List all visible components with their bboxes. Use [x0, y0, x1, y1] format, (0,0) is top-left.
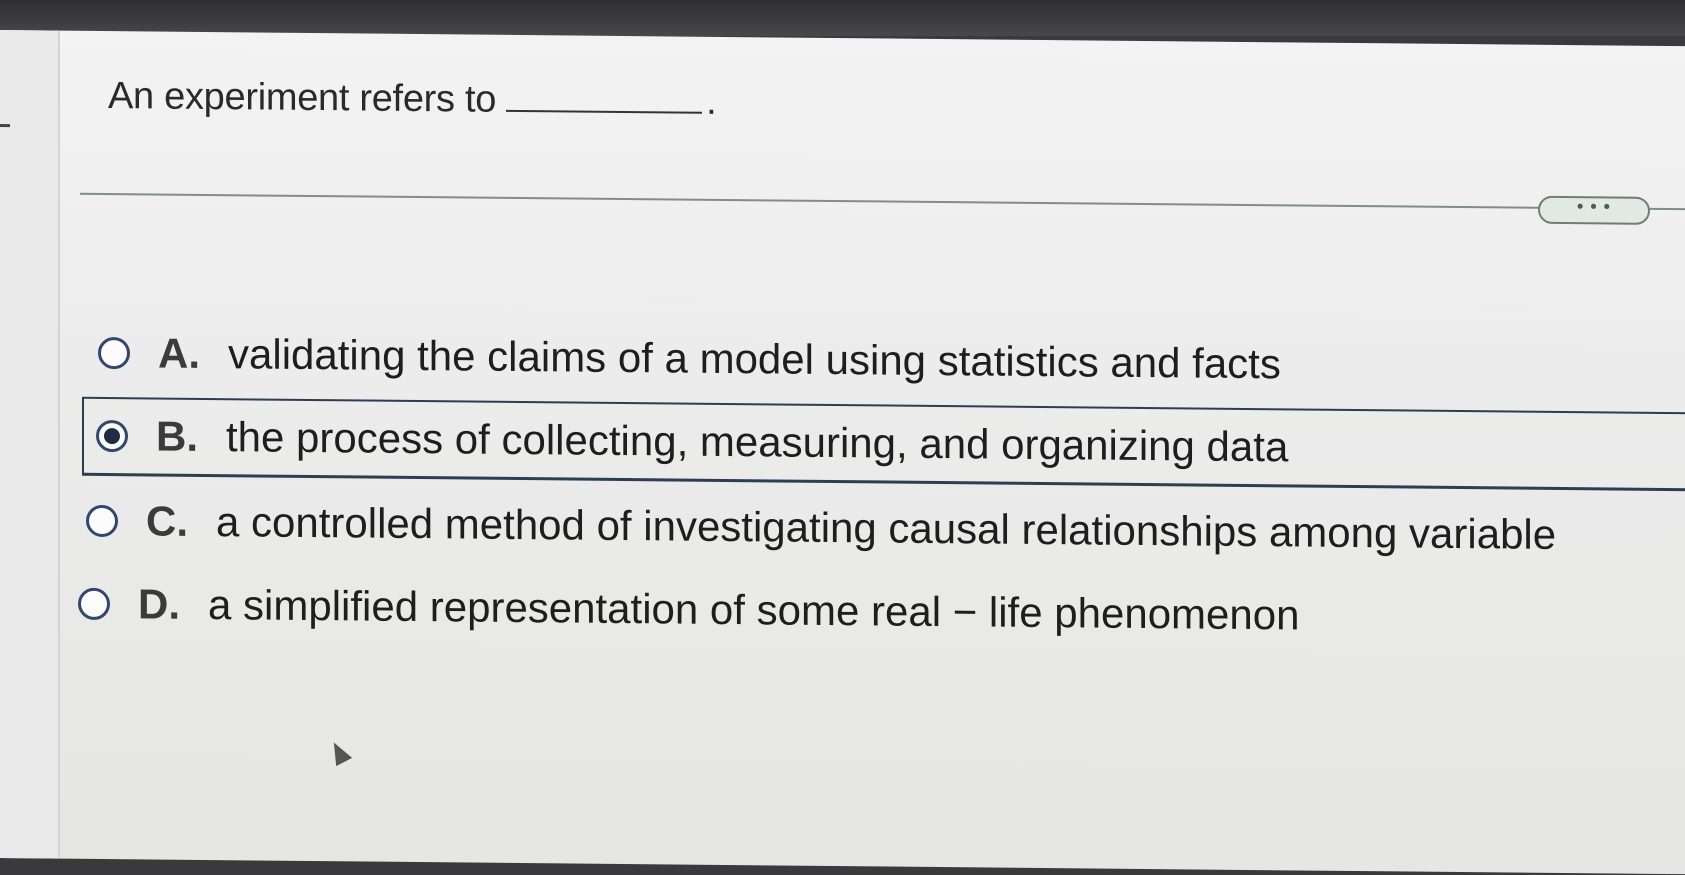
mouse-cursor-icon: [325, 738, 353, 767]
radio-button-b-selected[interactable]: [96, 419, 128, 453]
option-text: a simplified representation of some real…: [208, 580, 1300, 639]
top-bezel: [0, 0, 1685, 36]
radio-button-c[interactable]: [86, 504, 118, 538]
question-end-punctuation: .: [706, 80, 717, 123]
left-panel-marker: [0, 124, 10, 128]
section-divider: [80, 192, 1685, 211]
option-letter: D.: [138, 580, 180, 628]
answer-option-a[interactable]: A. validating the claims of a model usin…: [98, 329, 1281, 388]
option-letter: A.: [158, 329, 200, 377]
radio-button-d[interactable]: [78, 587, 110, 621]
option-text: validating the claims of a model using s…: [228, 330, 1281, 388]
expand-more-button[interactable]: • • •: [1538, 195, 1650, 225]
answer-option-c[interactable]: C. a controlled method of investigating …: [86, 497, 1556, 559]
question-screen: An experiment refers to . • • • A. valid…: [0, 30, 1685, 875]
answer-blank: [506, 108, 703, 114]
radio-button-a[interactable]: [98, 336, 130, 370]
question-prompt: An experiment refers to: [108, 75, 497, 121]
option-text: a controlled method of investigating cau…: [216, 498, 1557, 558]
option-text: the process of collecting, measuring, an…: [226, 413, 1289, 471]
option-letter: C.: [146, 497, 188, 545]
answer-option-d[interactable]: D. a simplified representation of some r…: [78, 580, 1299, 640]
option-letter: B.: [156, 412, 198, 460]
question-text: An experiment refers to .: [108, 75, 716, 124]
left-panel-edge: [0, 30, 60, 859]
